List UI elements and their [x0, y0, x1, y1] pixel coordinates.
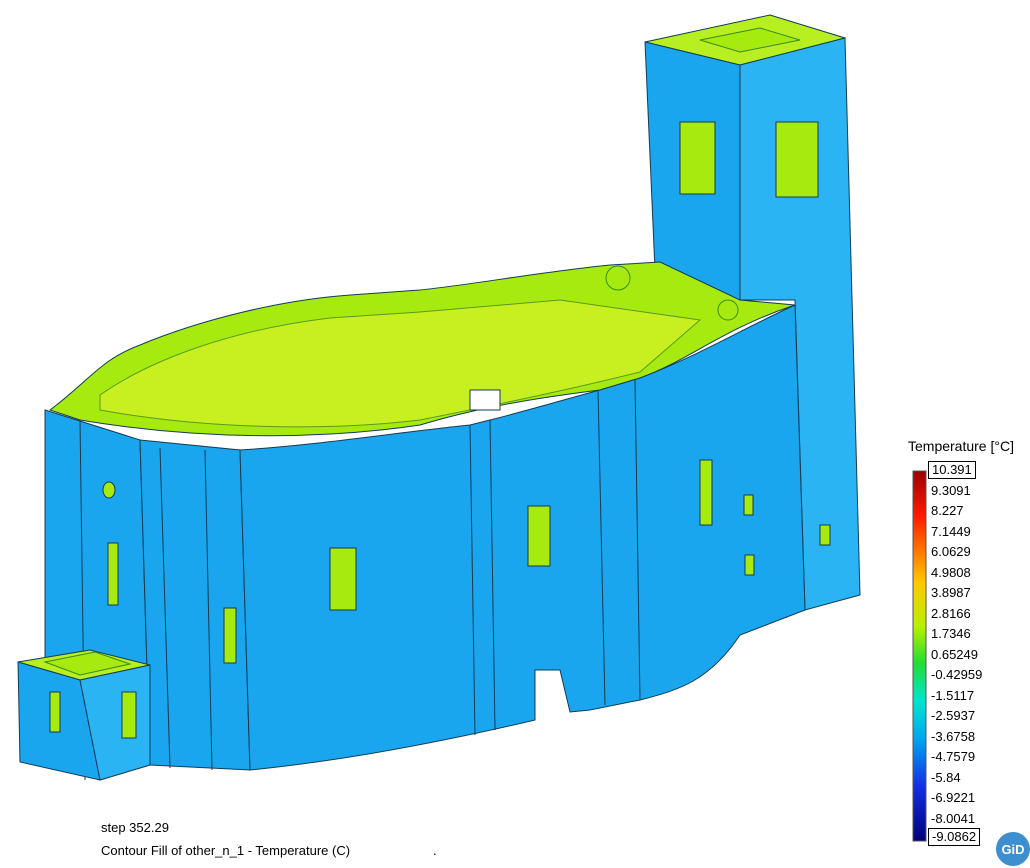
legend-colorbar	[912, 470, 927, 842]
legend-tick: -6.9221	[931, 790, 976, 805]
legend-tick: 7.1449	[931, 524, 971, 539]
gid-logo: GiD	[996, 832, 1030, 866]
legend-tick: 9.3091	[931, 483, 971, 498]
step-label: step 352.29	[101, 820, 169, 835]
legend-tick: -1.5117	[931, 688, 975, 703]
legend-title: Temperature [°C]	[908, 438, 1014, 454]
annex	[17, 649, 151, 781]
legend-tick: 2.8166	[931, 606, 971, 621]
legend-tick: -3.6758	[931, 729, 976, 744]
legend-tick: 1.7346	[931, 626, 971, 641]
legend-tick: -8.0041	[931, 811, 976, 826]
legend-tick: -5.84	[931, 770, 961, 785]
legend-tick: 0.65249	[931, 647, 978, 662]
trailing-mark: .	[433, 843, 437, 858]
legend-tick: 3.8987	[931, 585, 971, 600]
legend-tick: 4.9808	[931, 565, 971, 580]
legend-min-value: -9.0862	[928, 828, 981, 846]
legend-max-value: 10.391	[928, 461, 976, 479]
legend-tick: -0.42959	[931, 667, 983, 682]
legend-tick: -2.5937	[931, 708, 976, 723]
legend-tick: -4.7579	[931, 749, 976, 764]
legend-tick: 8.227	[931, 503, 964, 518]
contour-description: Contour Fill of other_n_1 - Temperature …	[101, 843, 351, 858]
model-viewport[interactable]	[0, 0, 1030, 868]
legend-tick: 6.0629	[931, 544, 971, 559]
